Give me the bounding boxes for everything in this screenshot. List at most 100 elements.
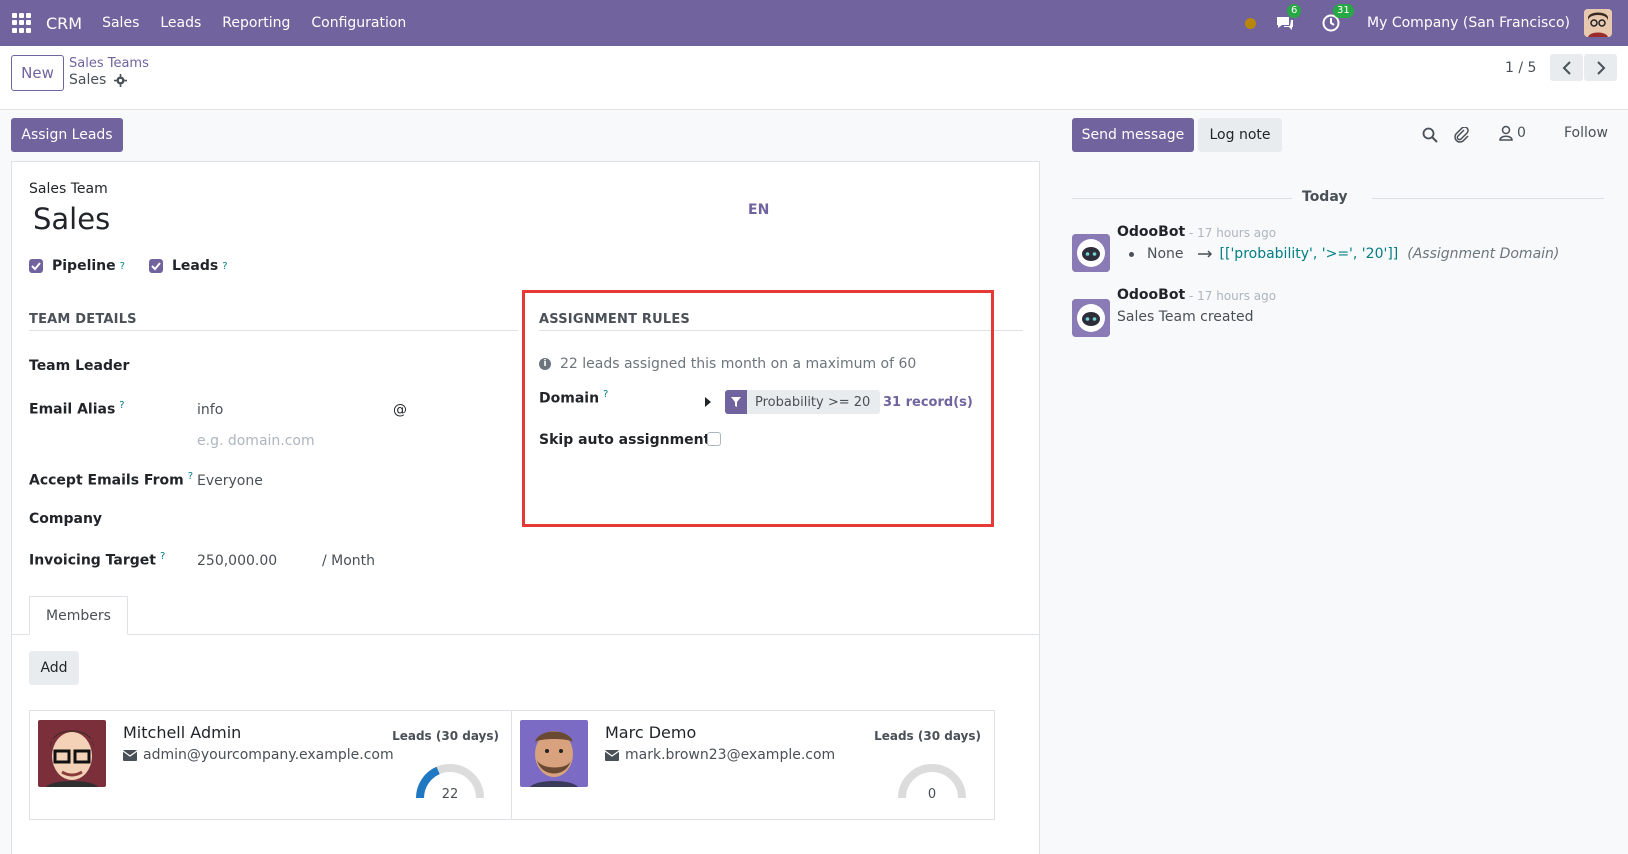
tab-members[interactable]: Members xyxy=(29,596,128,635)
pipeline-label: Pipeline xyxy=(52,258,116,274)
invoicing-period: / Month xyxy=(322,553,376,569)
form-area: Assign Leads Sales Team Sales EN Pipelin… xyxy=(0,111,1052,854)
avatar[interactable] xyxy=(1072,299,1110,337)
breadcrumb-current: Sales xyxy=(69,72,128,88)
alias-domain-input[interactable]: e.g. domain.com xyxy=(197,433,315,449)
app-grid-icon[interactable] xyxy=(12,13,32,33)
avatar xyxy=(520,720,588,787)
followers-button[interactable]: 0 xyxy=(1499,125,1526,141)
team-details-title: TEAM DETAILS xyxy=(29,312,137,327)
gear-icon[interactable] xyxy=(114,73,128,87)
breadcrumb-sales-teams[interactable]: Sales Teams xyxy=(69,56,149,71)
member-name: Mitchell Admin xyxy=(123,723,242,742)
team-leader-input[interactable] xyxy=(197,352,517,378)
team-name-input[interactable]: Sales xyxy=(33,202,110,236)
tab-divider xyxy=(12,634,1039,635)
at-sign: @ xyxy=(393,402,407,418)
accept-emails-text: Accept Emails From xyxy=(29,472,184,489)
log-note-button[interactable]: Log note xyxy=(1198,118,1282,152)
pager-value[interactable]: 1 / 5 xyxy=(1505,60,1536,76)
user-avatar[interactable] xyxy=(1584,9,1612,37)
invoicing-target-label: Invoicing Target? xyxy=(29,551,165,569)
pager-next-button[interactable] xyxy=(1584,54,1617,81)
email-alias-input[interactable]: info xyxy=(197,402,223,418)
date-divider xyxy=(1372,198,1604,199)
paperclip-icon[interactable] xyxy=(1454,127,1470,143)
message-body: Sales Team created xyxy=(1117,309,1254,325)
followers-count: 0 xyxy=(1517,125,1526,141)
menu-sales[interactable]: Sales xyxy=(102,15,139,31)
member-card[interactable]: Marc Demo mark.brown23@example.com Leads… xyxy=(511,710,995,820)
invoicing-target-input[interactable]: 250,000.00 xyxy=(197,553,277,569)
member-leads-value: 22 xyxy=(441,787,459,802)
messages-count-badge: 6 xyxy=(1287,4,1302,18)
help-icon[interactable]: ? xyxy=(120,261,125,272)
help-icon[interactable]: ? xyxy=(188,471,193,482)
new-button[interactable]: New xyxy=(11,55,64,91)
company-label: Company xyxy=(29,511,103,527)
date-label: Today xyxy=(1302,189,1348,205)
help-icon[interactable]: ? xyxy=(119,400,124,411)
accept-emails-label: Accept Emails From? xyxy=(29,471,193,489)
member-email-text: mark.brown23@example.com xyxy=(625,747,836,763)
top-navbar: CRM Sales Leads Reporting Configuration … xyxy=(0,0,1628,46)
status-dot-icon[interactable] xyxy=(1245,17,1257,29)
send-message-button[interactable]: Send message xyxy=(1072,118,1194,152)
leads-checkbox[interactable] xyxy=(149,259,163,273)
email-alias-text: Email Alias xyxy=(29,401,116,418)
company-switcher[interactable]: My Company (San Francisco) xyxy=(1367,15,1570,31)
chevron-right-icon xyxy=(1596,60,1605,75)
chevron-left-icon xyxy=(1562,60,1571,75)
search-icon[interactable] xyxy=(1422,127,1438,143)
avatar xyxy=(38,720,106,787)
control-panel: New Sales Teams Sales 1 / 5 xyxy=(0,46,1628,110)
member-leads-label: Leads (30 days) xyxy=(392,729,499,743)
activities-count-badge: 31 xyxy=(1333,4,1354,18)
message-time: - 17 hours ago xyxy=(1189,289,1277,303)
menu-configuration[interactable]: Configuration xyxy=(311,15,406,31)
message-author[interactable]: OdooBot xyxy=(1117,287,1185,303)
leads-checkbox-group: Leads? xyxy=(149,258,228,274)
member-leads-label: Leads (30 days) xyxy=(874,729,981,743)
assign-leads-button[interactable]: Assign Leads xyxy=(11,118,123,152)
date-divider xyxy=(1072,198,1292,199)
language-button[interactable]: EN xyxy=(748,202,769,218)
envelope-icon xyxy=(605,749,619,761)
add-member-button[interactable]: Add xyxy=(29,651,79,685)
company-input[interactable] xyxy=(197,505,517,531)
arrow-right-icon xyxy=(1197,250,1212,258)
member-card[interactable]: Mitchell Admin admin@yourcompany.example… xyxy=(29,710,513,820)
new-value: [['probability', '>=', '20']] xyxy=(1219,246,1399,262)
menu-reporting[interactable]: Reporting xyxy=(222,15,290,31)
app-name[interactable]: CRM xyxy=(46,14,82,33)
messages-icon[interactable]: 6 xyxy=(1275,4,1302,33)
menu-leads[interactable]: Leads xyxy=(160,15,201,31)
activities-clock-icon[interactable]: 31 xyxy=(1321,4,1354,33)
email-alias-label: Email Alias? xyxy=(29,400,125,418)
leads-label: Leads xyxy=(172,258,219,274)
avatar[interactable] xyxy=(1072,234,1110,272)
help-icon[interactable]: ? xyxy=(222,261,227,272)
help-icon[interactable]: ? xyxy=(160,551,165,562)
form-sheet: Sales Team Sales EN Pipeline? Leads? TEA… xyxy=(11,161,1040,854)
member-email-text: admin@yourcompany.example.com xyxy=(143,747,394,763)
breadcrumb-current-label: Sales xyxy=(69,72,107,88)
pager-previous-button[interactable] xyxy=(1550,54,1583,81)
envelope-icon xyxy=(123,749,137,761)
invoicing-target-text: Invoicing Target xyxy=(29,552,156,569)
pipeline-checkbox-group: Pipeline? xyxy=(29,258,125,274)
check-icon xyxy=(31,262,41,271)
team-leader-label: Team Leader xyxy=(29,358,130,374)
highlight-box xyxy=(522,290,994,527)
message-author[interactable]: OdooBot xyxy=(1117,224,1185,240)
bullet xyxy=(1129,251,1134,257)
follow-button[interactable]: Follow xyxy=(1564,125,1608,141)
pipeline-checkbox[interactable] xyxy=(29,259,43,273)
tracking-change: None [['probability', '>=', '20']] (Assi… xyxy=(1117,246,1559,262)
accept-emails-select[interactable]: Everyone xyxy=(197,473,263,489)
member-email: mark.brown23@example.com xyxy=(605,747,835,763)
member-leads-value: 0 xyxy=(927,787,937,802)
member-name: Marc Demo xyxy=(605,723,697,742)
chatter-panel: Send message Log note 0 Follow Today Odo… xyxy=(1052,111,1628,854)
message-time: - 17 hours ago xyxy=(1189,226,1277,240)
